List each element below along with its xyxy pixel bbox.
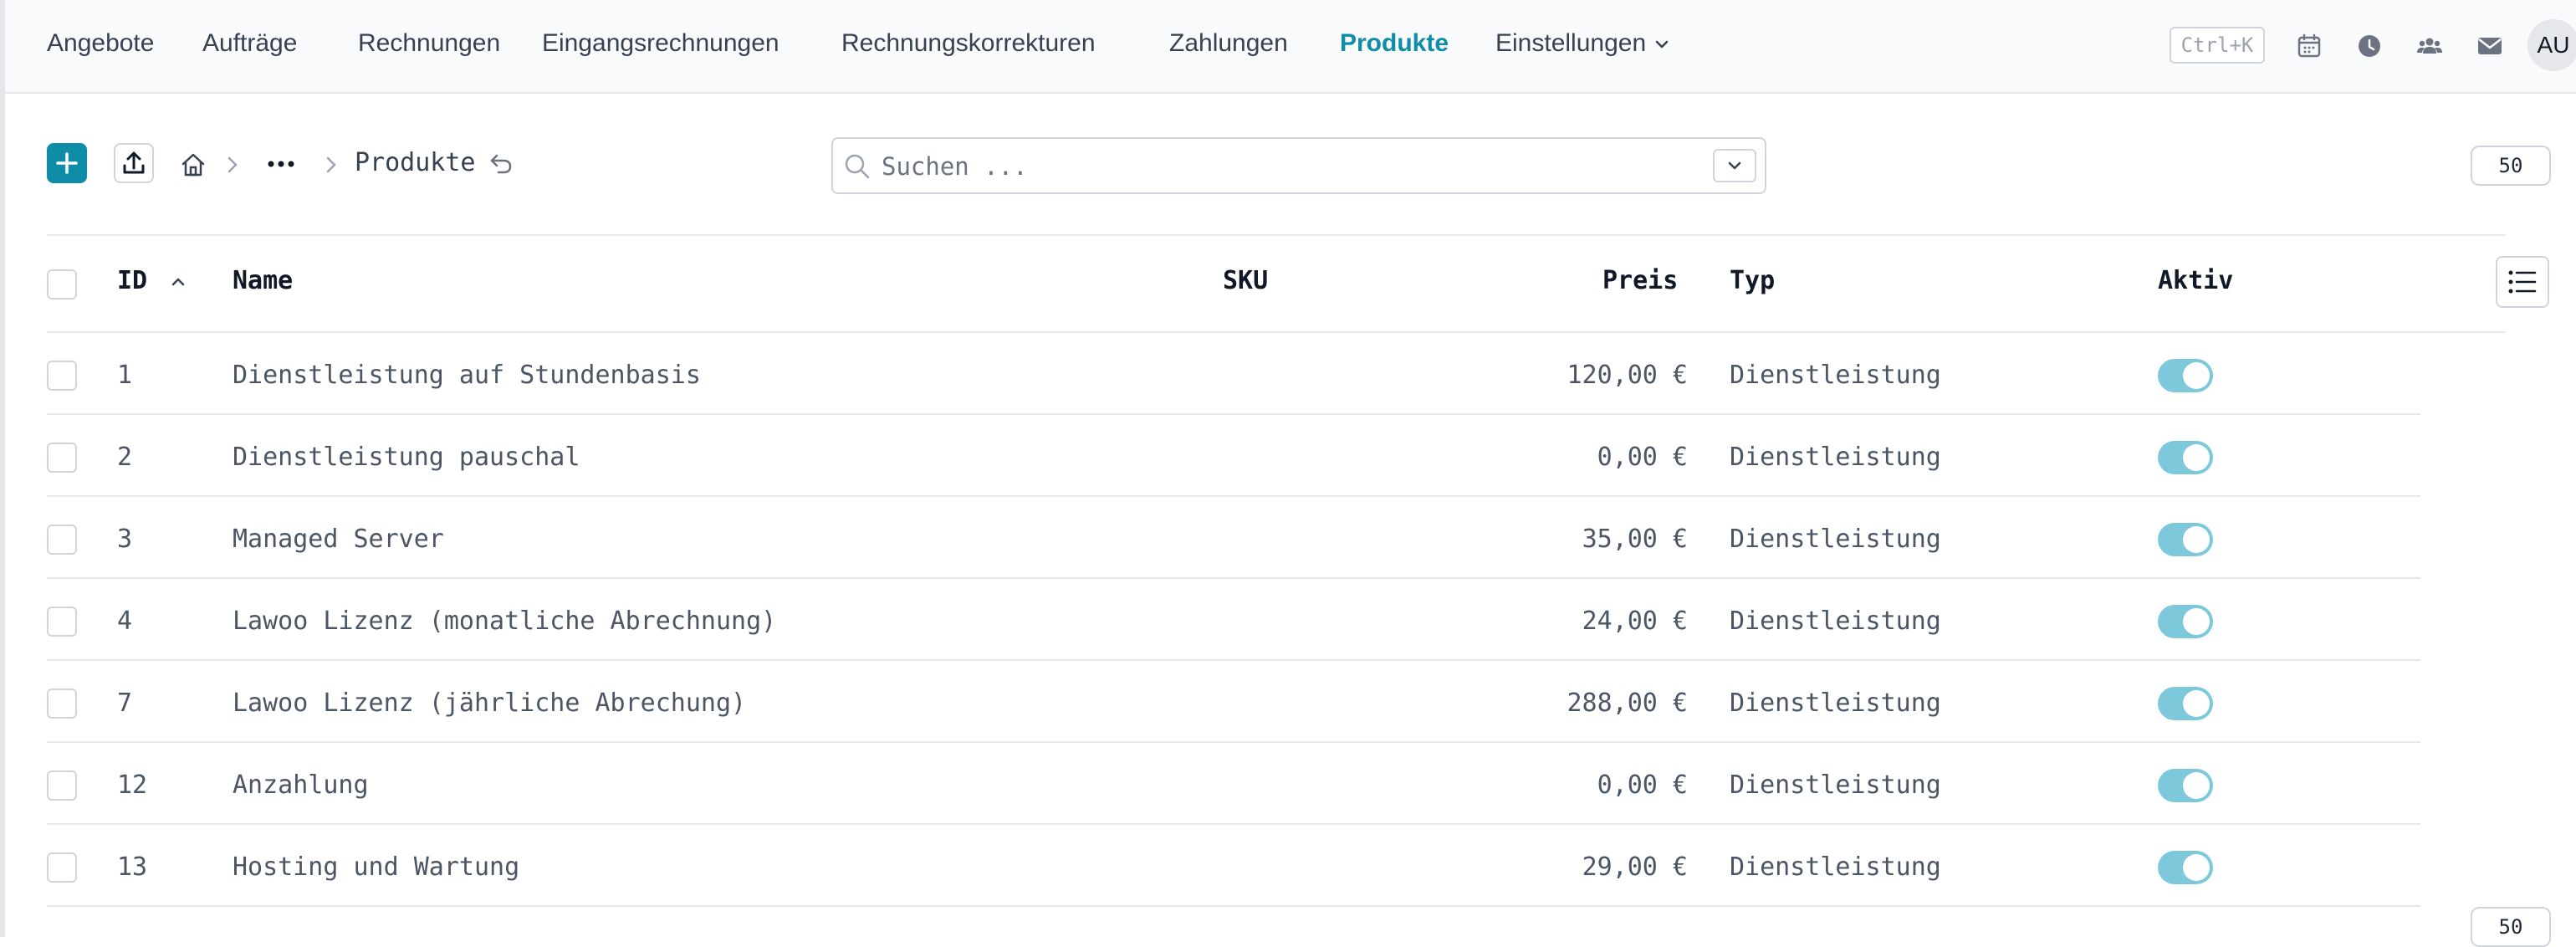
row-id: 13 <box>117 852 148 882</box>
column-header-id[interactable]: ID <box>117 264 186 298</box>
add-product-button[interactable] <box>47 143 87 183</box>
row-divider <box>47 577 2420 579</box>
row-type: Dienstleistung <box>1730 852 1941 882</box>
row-divider <box>47 741 2420 743</box>
list-icon <box>2508 270 2537 294</box>
plus-icon <box>56 152 78 174</box>
column-header-type[interactable]: Typ <box>1730 264 1775 298</box>
row-price: 24,00 € <box>1582 607 1688 636</box>
row-checkbox[interactable] <box>47 361 77 391</box>
row-checkbox[interactable] <box>47 443 77 473</box>
row-divider <box>47 659 2420 661</box>
row-name[interactable]: Lawoo Lizenz (monatliche Abrechnung) <box>233 605 776 638</box>
row-divider <box>47 905 2420 907</box>
active-toggle[interactable] <box>2158 851 2213 884</box>
row-divider <box>47 413 2420 415</box>
calendar-icon[interactable] <box>2295 32 2323 60</box>
row-checkbox[interactable] <box>47 852 77 883</box>
row-divider <box>47 495 2420 497</box>
nav-item-rechnungskorrekturen[interactable]: Rechnungskorrekturen <box>841 27 1096 60</box>
row-id: 1 <box>117 361 133 390</box>
column-header-active[interactable]: Aktiv <box>2158 264 2233 298</box>
sort-ascending-icon <box>171 278 185 285</box>
row-type: Dienstleistung <box>1730 607 1941 636</box>
row-name[interactable]: Lawoo Lizenz (jährliche Abrechung) <box>233 687 746 720</box>
breadcrumb-current: Produkte <box>355 148 476 177</box>
nav-item-zahlungen[interactable]: Zahlungen <box>1169 27 1288 60</box>
column-header-id-label: ID <box>117 266 148 295</box>
select-all-checkbox[interactable] <box>47 269 77 299</box>
command-palette-shortcut[interactable]: Ctrl+K <box>2170 27 2265 64</box>
active-toggle[interactable] <box>2158 769 2213 802</box>
row-type: Dienstleistung <box>1730 770 1941 800</box>
row-divider <box>47 823 2420 825</box>
nav-item-einstellungen[interactable]: Einstellungen <box>1495 27 1669 60</box>
column-settings-button[interactable] <box>2496 256 2549 308</box>
row-type: Dienstleistung <box>1730 443 1941 472</box>
nav-item-eingangsrechnungen[interactable]: Eingangsrechnungen <box>542 27 779 60</box>
table-top-divider <box>47 234 2506 236</box>
user-avatar[interactable]: AU <box>2527 19 2576 71</box>
row-name[interactable]: Dienstleistung pauschal <box>233 441 580 474</box>
row-type: Dienstleistung <box>1730 688 1941 718</box>
per-page-select[interactable]: 50 <box>2471 146 2551 186</box>
nav-item-produkte[interactable]: Produkte <box>1340 27 1449 60</box>
active-toggle[interactable] <box>2158 605 2213 638</box>
nav-item-auftraege[interactable]: Aufträge <box>202 27 297 60</box>
column-header-price[interactable]: Preis <box>1602 264 1678 298</box>
top-navigation-bar: Angebote Aufträge Rechnungen Eingangsrec… <box>5 0 2576 94</box>
breadcrumb-separator-icon <box>326 156 336 173</box>
row-id: 4 <box>117 607 133 636</box>
row-price: 120,00 € <box>1567 361 1689 390</box>
active-toggle[interactable] <box>2158 359 2213 392</box>
ellipsis-icon[interactable] <box>266 154 296 174</box>
users-icon[interactable] <box>2415 32 2444 60</box>
row-name[interactable]: Hosting und Wartung <box>233 851 519 884</box>
column-header-name[interactable]: Name <box>233 264 293 298</box>
breadcrumb-separator-icon <box>227 156 238 173</box>
column-header-sku[interactable]: SKU <box>1223 264 1268 298</box>
row-name[interactable]: Dienstleistung auf Stundenbasis <box>233 359 701 392</box>
row-checkbox[interactable] <box>47 770 77 801</box>
chevron-down-icon <box>1655 40 1669 49</box>
row-type: Dienstleistung <box>1730 361 1941 390</box>
mail-icon[interactable] <box>2476 32 2504 60</box>
row-price: 29,00 € <box>1582 852 1688 882</box>
row-id: 7 <box>117 688 133 718</box>
row-price: 288,00 € <box>1567 688 1689 718</box>
active-toggle[interactable] <box>2158 523 2213 556</box>
row-checkbox[interactable] <box>47 688 77 719</box>
row-price: 0,00 € <box>1597 770 1688 800</box>
clock-icon[interactable] <box>2355 32 2384 60</box>
row-name[interactable]: Anzahlung <box>233 769 369 802</box>
nav-item-rechnungen[interactable]: Rechnungen <box>358 27 500 60</box>
left-border <box>0 0 5 937</box>
row-price: 35,00 € <box>1582 525 1688 554</box>
row-price: 0,00 € <box>1597 443 1688 472</box>
undo-icon[interactable] <box>487 149 515 177</box>
nav-item-einstellungen-label: Einstellungen <box>1495 29 1647 57</box>
table-header-divider <box>47 331 2506 333</box>
row-id: 3 <box>117 525 133 554</box>
row-name[interactable]: Managed Server <box>233 523 444 556</box>
nav-item-angebote[interactable]: Angebote <box>47 27 154 60</box>
home-icon[interactable] <box>179 151 207 179</box>
active-toggle[interactable] <box>2158 687 2213 720</box>
row-type: Dienstleistung <box>1730 525 1941 554</box>
active-toggle[interactable] <box>2158 441 2213 474</box>
search-filter-dropdown[interactable] <box>1713 149 1756 182</box>
upload-button[interactable] <box>114 143 154 183</box>
row-checkbox[interactable] <box>47 525 77 555</box>
search-input[interactable] <box>880 149 1678 184</box>
row-id: 2 <box>117 443 133 472</box>
row-checkbox[interactable] <box>47 607 77 637</box>
search-icon <box>845 154 870 179</box>
per-page-select-bottom[interactable]: 50 <box>2471 907 2551 947</box>
chevron-down-icon <box>1728 161 1741 170</box>
row-id: 12 <box>117 770 148 800</box>
search-box <box>831 137 1766 194</box>
upload-icon <box>123 151 145 174</box>
